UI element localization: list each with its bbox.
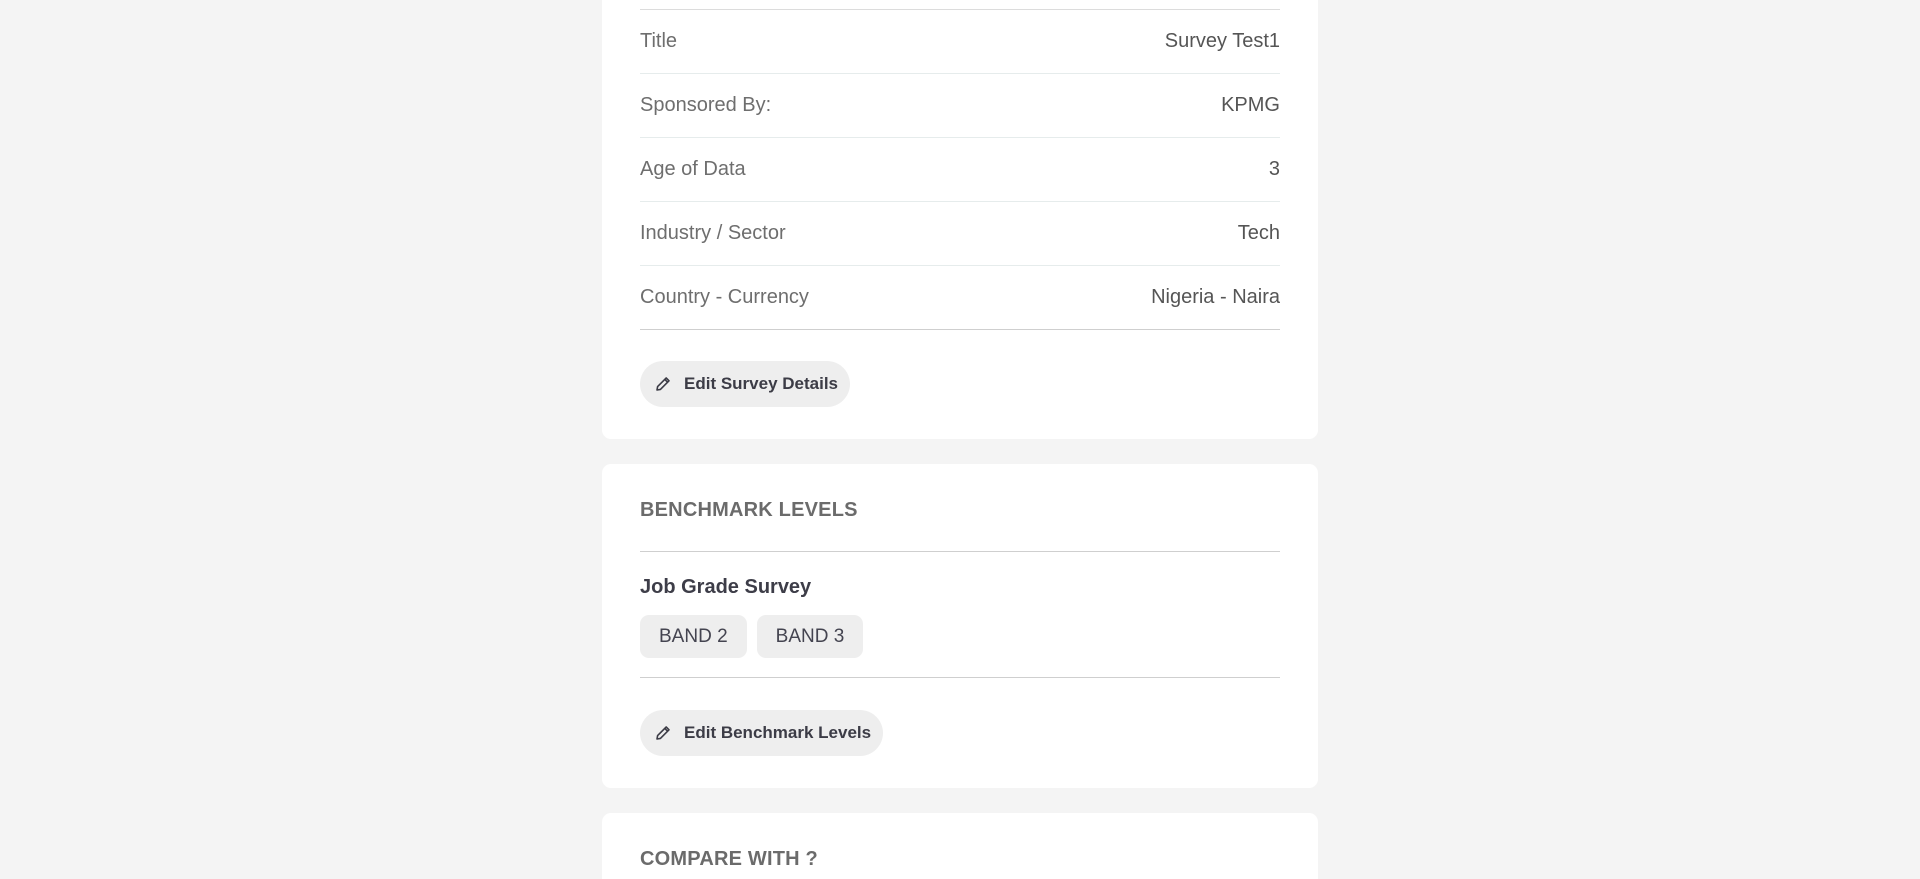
detail-label: Industry / Sector <box>640 222 786 244</box>
detail-value: 3 <box>1268 158 1280 180</box>
detail-value: Tech <box>1237 222 1280 244</box>
detail-value: Survey Test1 <box>1164 30 1280 52</box>
detail-label: Title <box>640 30 678 52</box>
detail-row-industry: Industry / Sector Tech <box>640 202 1280 265</box>
survey-details-card: Title Survey Test1 Sponsored By: KPMG Ag… <box>602 0 1318 439</box>
section-title: BENCHMARK LEVELS <box>640 499 858 521</box>
compare-with-card: COMPARE WITH ? <box>602 813 1318 879</box>
benchmark-level-list: BAND 2 BAND 3 <box>640 615 864 658</box>
detail-row-title: Title Survey Test1 <box>640 10 1280 73</box>
benchmark-level-chip: BAND 2 <box>640 615 747 658</box>
page: Title Survey Test1 Sponsored By: KPMG Ag… <box>0 0 1920 879</box>
detail-label: Country - Currency <box>640 286 809 308</box>
pencil-icon <box>654 724 672 742</box>
detail-label: Age of Data <box>640 158 746 180</box>
edit-benchmark-levels-button[interactable]: Edit Benchmark Levels <box>640 710 884 756</box>
edit-survey-details-label: Edit Survey Details <box>684 374 839 393</box>
detail-label: Sponsored By: <box>640 94 772 116</box>
detail-value: Nigeria - Naira <box>1151 286 1280 308</box>
benchmark-levels-card: BENCHMARK LEVELS Job Grade Survey BAND 2… <box>602 464 1318 788</box>
divider <box>640 329 1280 330</box>
job-grade-survey-title: Job Grade Survey <box>640 576 812 598</box>
pencil-icon <box>654 375 672 393</box>
divider <box>640 677 1280 678</box>
benchmark-level-chip: BAND 3 <box>756 615 864 658</box>
detail-value: KPMG <box>1221 94 1280 116</box>
divider <box>640 551 1280 552</box>
edit-survey-details-button[interactable]: Edit Survey Details <box>640 361 851 407</box>
section-title: COMPARE WITH ? <box>640 848 818 870</box>
edit-benchmark-levels-label: Edit Benchmark Levels <box>684 723 872 742</box>
detail-row-sponsor: Sponsored By: KPMG <box>640 74 1280 137</box>
detail-row-country: Country - Currency Nigeria - Naira <box>640 266 1280 329</box>
detail-row-age: Age of Data 3 <box>640 138 1280 201</box>
